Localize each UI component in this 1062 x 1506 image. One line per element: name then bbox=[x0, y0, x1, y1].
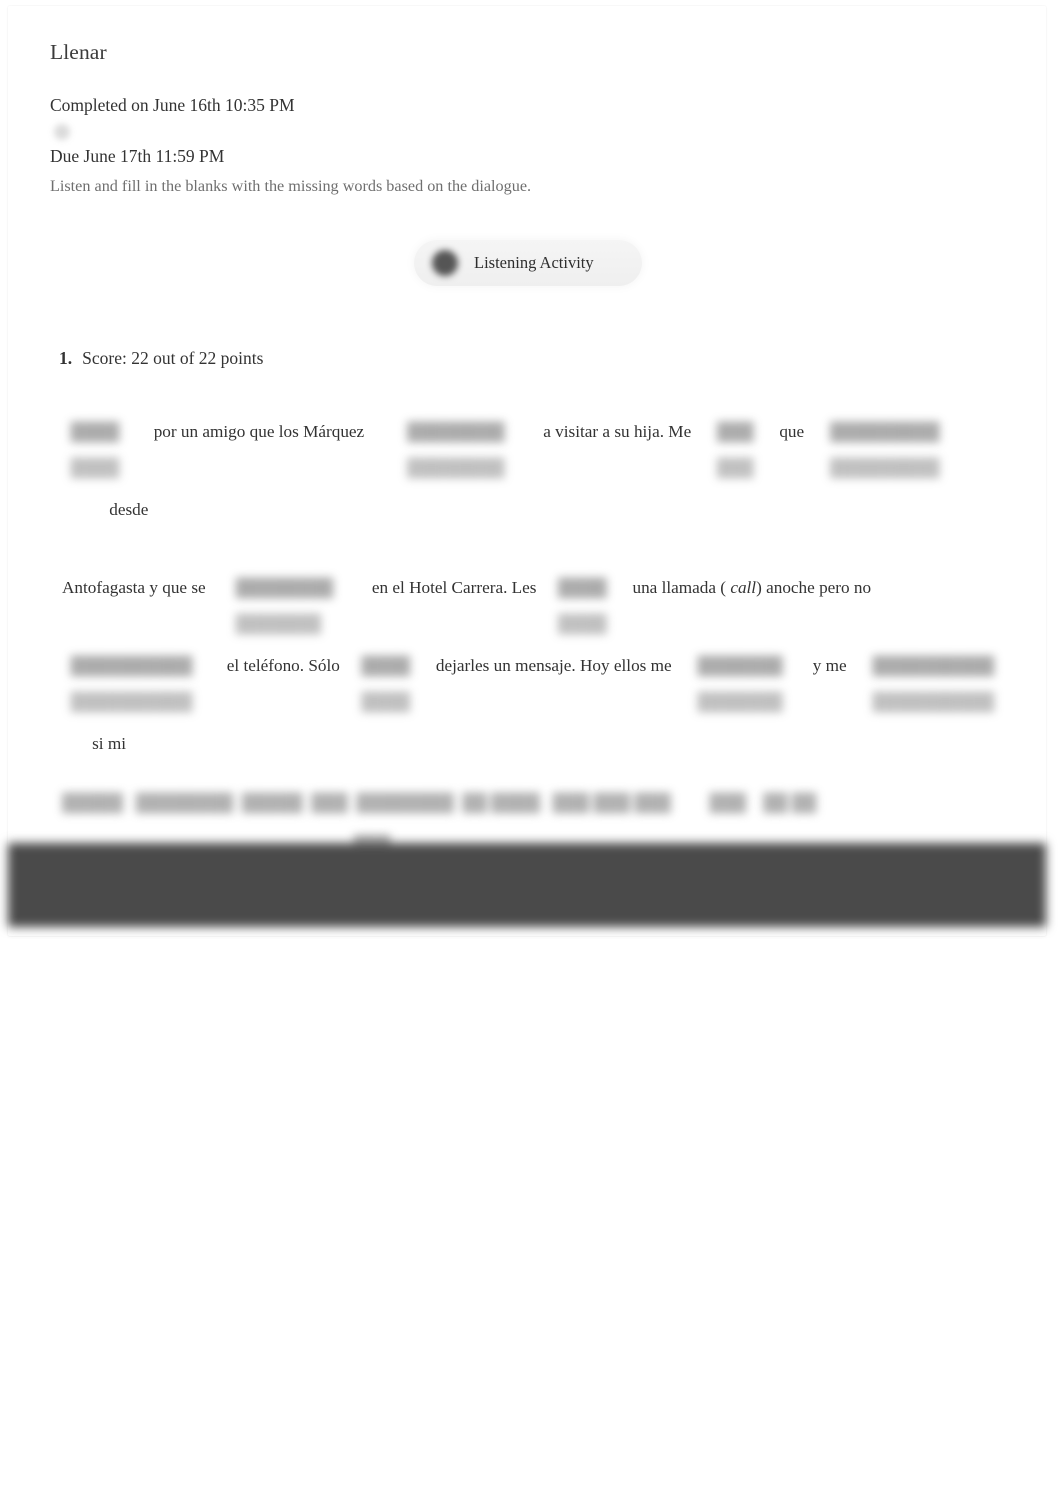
exercise-line: ██████████ ██████████ el teléfono. Sólo █… bbox=[62, 627, 1002, 783]
play-circle-icon[interactable] bbox=[432, 250, 458, 276]
bottom-toolbar bbox=[8, 843, 1046, 927]
answer-blank[interactable]: ██████████ ██████████ bbox=[71, 627, 193, 711]
answer-blank-feedback: ███████ bbox=[697, 692, 783, 711]
answer-blank-feedback: ███ bbox=[717, 458, 754, 477]
obscured-text-line: █████ ████████ █████ ███ ████████ ██ ███… bbox=[62, 793, 817, 812]
question-number: 1. bbox=[50, 342, 80, 371]
answer-blank-feedback: ██████████ bbox=[70, 692, 193, 711]
answer-blank[interactable]: ████ ████ bbox=[71, 393, 120, 477]
answer-blank-feedback: ████████ bbox=[407, 458, 505, 477]
answer-blank-feedback: ███████ bbox=[235, 614, 321, 633]
instructions-text: Listen and fill in the blanks with the m… bbox=[50, 177, 532, 195]
translation-hint: call bbox=[726, 578, 757, 597]
due-timestamp: Due June 17th 11:59 PM bbox=[50, 146, 225, 166]
answer-blank[interactable]: █████████ █████████ bbox=[830, 393, 940, 477]
exercise-text: que bbox=[779, 422, 805, 441]
exercise-text: a visitar a su hija. Me bbox=[543, 422, 692, 441]
answer-blank[interactable]: ████████ ███████ bbox=[236, 549, 333, 633]
answer-blank[interactable]: ███████ ███████ bbox=[697, 627, 782, 711]
answer-blank[interactable]: ████████ ████████ bbox=[407, 393, 504, 477]
fill-in-the-blank-exercise: ████ ████ por un amigo que los Márquez ██… bbox=[62, 393, 1002, 783]
answer-blank-feedback: ████ bbox=[557, 614, 607, 633]
audio-player[interactable]: Listening Activity bbox=[414, 240, 642, 286]
answer-blank-feedback: ████ bbox=[70, 458, 120, 477]
answer-blank[interactable]: ███ ███ bbox=[717, 393, 754, 477]
answer-blank-feedback: █████████ bbox=[829, 458, 940, 477]
assignment-card: Llenar Completed on June 16th 10:35 PM D… bbox=[8, 6, 1046, 936]
exercise-text: y me bbox=[812, 656, 847, 675]
score-text: Score: 22 out of 22 points bbox=[82, 348, 264, 368]
answer-blank[interactable]: ████ ████ bbox=[558, 549, 607, 633]
answer-blank[interactable]: ██████████ ██████████ bbox=[872, 627, 994, 711]
card-inner: Llenar Completed on June 16th 10:35 PM D… bbox=[8, 6, 1046, 867]
audio-player-label: Listening Activity bbox=[474, 253, 594, 272]
exercise-text: por un amigo que los Márquez bbox=[153, 422, 365, 441]
exercise-text: dejarles un mensaje. Hoy ellos me bbox=[435, 656, 672, 675]
exercise-text: una llamada ( bbox=[632, 578, 727, 597]
status-indicator-icon bbox=[54, 124, 70, 140]
exercise-text: Antofagasta y que se bbox=[62, 578, 206, 597]
answer-blank-feedback: ████ bbox=[361, 692, 411, 711]
exercise-text: ) anoche pero no bbox=[756, 578, 872, 597]
exercise-line: Antofagasta y que se ████████ ███████ en … bbox=[62, 549, 1002, 633]
exercise-line: ████ ████ por un amigo que los Márquez ██… bbox=[62, 393, 1002, 549]
question-score-row: 1. Score: 22 out of 22 points bbox=[50, 342, 1006, 371]
page-title: Llenar bbox=[50, 40, 107, 64]
audio-player-area: Listening Activity bbox=[50, 240, 1006, 286]
answer-blank[interactable]: ████ ████ bbox=[361, 627, 410, 711]
exercise-text: en el Hotel Carrera. Les bbox=[371, 578, 537, 597]
completed-timestamp: Completed on June 16th 10:35 PM bbox=[50, 95, 295, 115]
answer-blank-feedback: ██████████ bbox=[872, 692, 995, 711]
